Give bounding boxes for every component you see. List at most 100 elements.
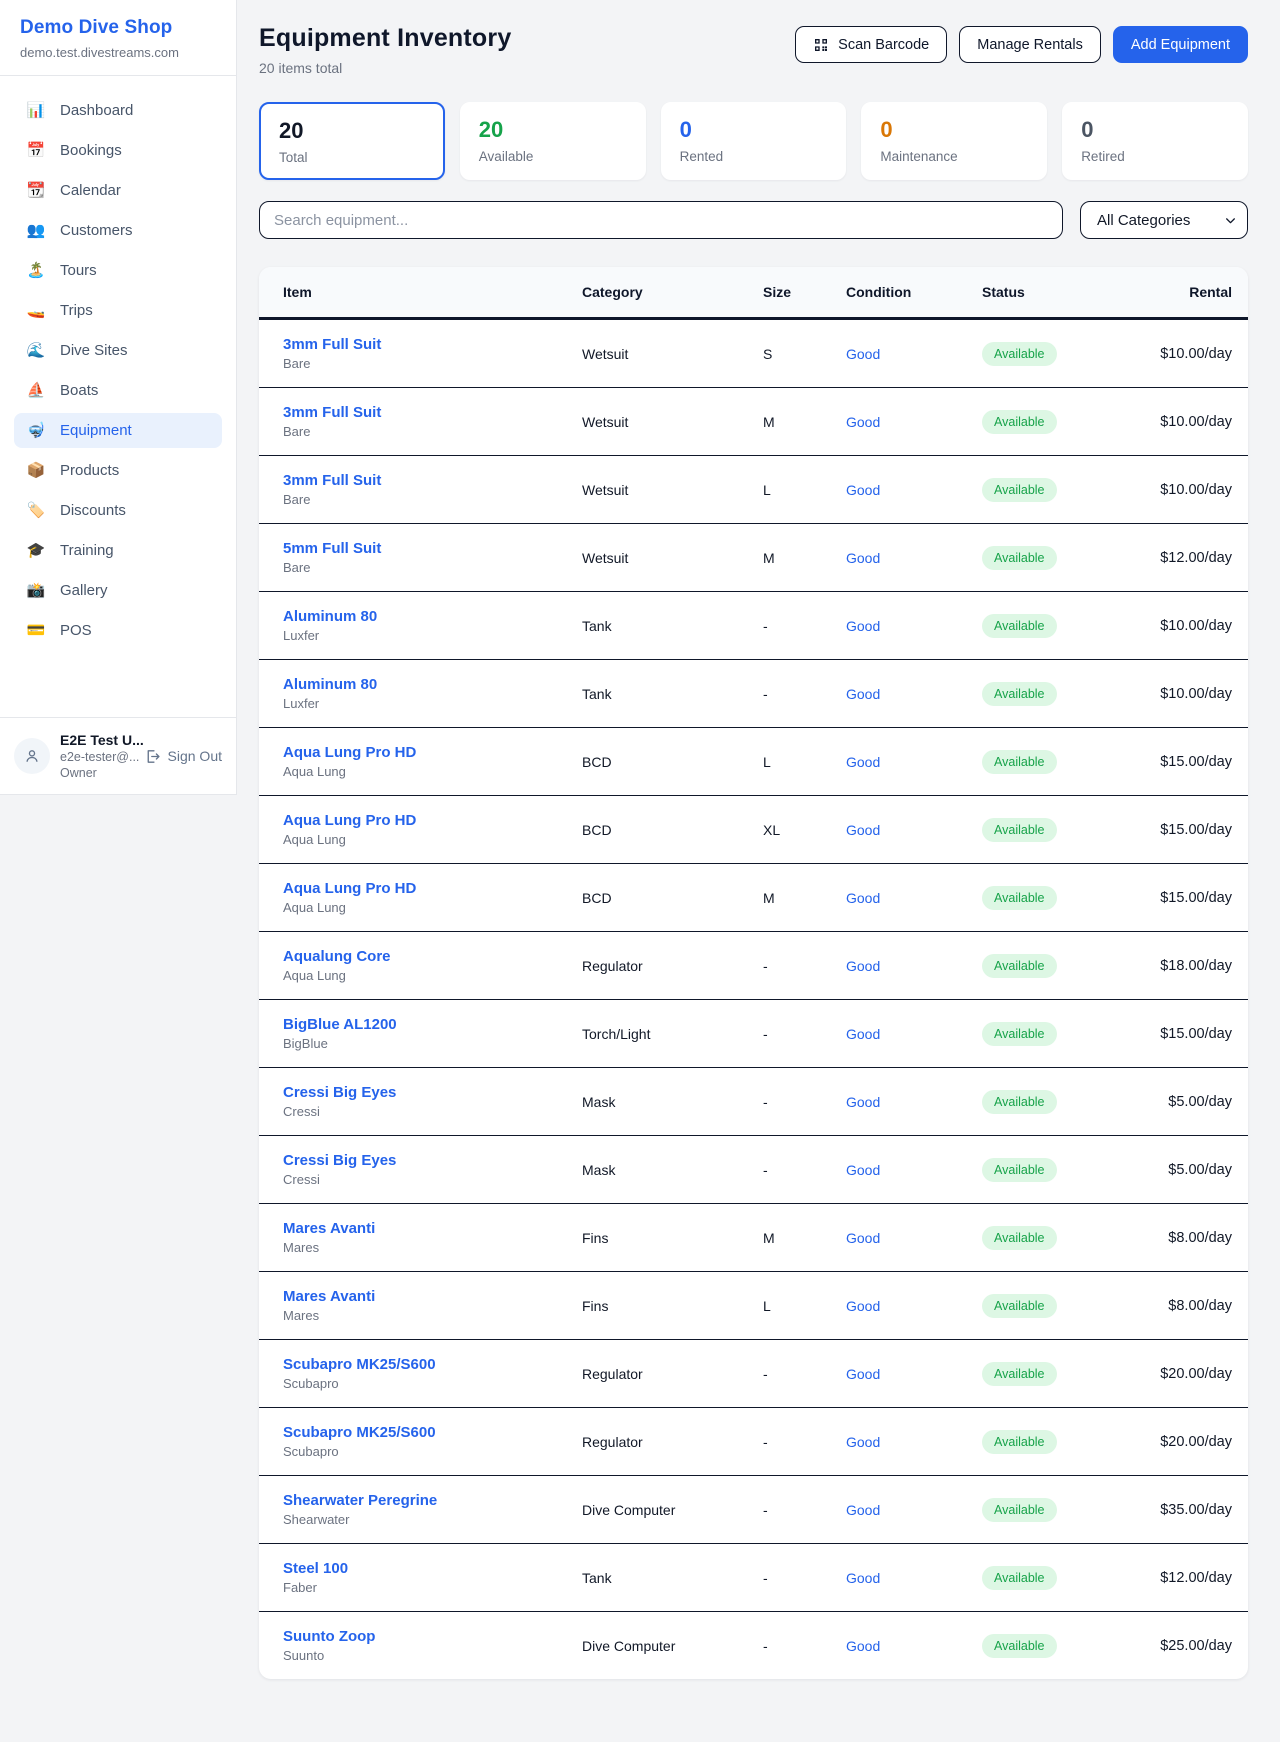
table-row[interactable]: Aluminum 80 Luxfer Tank - Good Available… [259, 591, 1248, 659]
item-condition-link[interactable]: Good [846, 346, 982, 362]
sign-out-button[interactable]: Sign Out [144, 748, 222, 765]
item-name-link[interactable]: 5mm Full Suit [283, 540, 582, 557]
item-name-link[interactable]: Aqualung Core [283, 948, 582, 965]
item-brand: Suunto [283, 1648, 582, 1663]
table-row[interactable]: 3mm Full Suit Bare Wetsuit M Good Availa… [259, 387, 1248, 455]
sidebar-item[interactable]: 📸 Gallery [14, 573, 222, 608]
item-condition-link[interactable]: Good [846, 1570, 982, 1586]
sidebar-item-icon: 🎓 [26, 543, 46, 558]
sidebar-item[interactable]: 📅 Bookings [14, 133, 222, 168]
item-condition-link[interactable]: Good [846, 686, 982, 702]
sidebar-item-label: Discounts [60, 502, 126, 519]
item-name-link[interactable]: Aqua Lung Pro HD [283, 812, 582, 829]
sidebar-item-icon: 📦 [26, 463, 46, 478]
manage-rentals-button[interactable]: Manage Rentals [959, 26, 1101, 63]
table-row[interactable]: Aqua Lung Pro HD Aqua Lung BCD XL Good A… [259, 795, 1248, 863]
add-equipment-button[interactable]: Add Equipment [1113, 26, 1248, 63]
table-row[interactable]: BigBlue AL1200 BigBlue Torch/Light - Goo… [259, 999, 1248, 1067]
table-row[interactable]: Aqua Lung Pro HD Aqua Lung BCD M Good Av… [259, 863, 1248, 931]
item-brand: Luxfer [283, 696, 582, 711]
sidebar-item[interactable]: 🎓 Training [14, 533, 222, 568]
item-size: S [763, 346, 846, 362]
scan-barcode-button[interactable]: Scan Barcode [795, 26, 947, 63]
item-condition-link[interactable]: Good [846, 1638, 982, 1654]
item-brand: Bare [283, 424, 582, 439]
item-name-link[interactable]: Aluminum 80 [283, 676, 582, 693]
table-row[interactable]: 5mm Full Suit Bare Wetsuit M Good Availa… [259, 523, 1248, 591]
category-select[interactable]: All Categories [1080, 201, 1248, 239]
item-name-link[interactable]: Steel 100 [283, 1560, 582, 1577]
item-name-link[interactable]: 3mm Full Suit [283, 472, 582, 489]
sidebar-item[interactable]: 📊 Dashboard [14, 93, 222, 128]
item-condition-link[interactable]: Good [846, 1502, 982, 1518]
table-row[interactable]: Aqua Lung Pro HD Aqua Lung BCD L Good Av… [259, 727, 1248, 795]
item-condition-link[interactable]: Good [846, 414, 982, 430]
item-name-link[interactable]: Scubapro MK25/S600 [283, 1424, 582, 1441]
item-condition-link[interactable]: Good [846, 1162, 982, 1178]
table-row[interactable]: Suunto Zoop Suunto Dive Computer - Good … [259, 1611, 1248, 1679]
sidebar-item[interactable]: 📦 Products [14, 453, 222, 488]
table-row[interactable]: Scubapro MK25/S600 Scubapro Regulator - … [259, 1339, 1248, 1407]
table-row[interactable]: 3mm Full Suit Bare Wetsuit S Good Availa… [259, 319, 1248, 387]
stat-card[interactable]: 0 Maintenance [861, 102, 1047, 180]
table-row[interactable]: Cressi Big Eyes Cressi Mask - Good Avail… [259, 1067, 1248, 1135]
item-condition-link[interactable]: Good [846, 890, 982, 906]
item-condition-link[interactable]: Good [846, 822, 982, 838]
item-condition-link[interactable]: Good [846, 1230, 982, 1246]
item-name-link[interactable]: Cressi Big Eyes [283, 1084, 582, 1101]
table-row[interactable]: 3mm Full Suit Bare Wetsuit L Good Availa… [259, 455, 1248, 523]
sidebar-item[interactable]: 💳 POS [14, 613, 222, 648]
stat-card[interactable]: 20 Available [460, 102, 646, 180]
table-row[interactable]: Scubapro MK25/S600 Scubapro Regulator - … [259, 1407, 1248, 1475]
stat-card[interactable]: 20 Total [259, 102, 445, 180]
item-name-link[interactable]: Aqua Lung Pro HD [283, 880, 582, 897]
sidebar-item[interactable]: 🌊 Dive Sites [14, 333, 222, 368]
qr-code-icon [813, 37, 829, 53]
item-name-link[interactable]: BigBlue AL1200 [283, 1016, 582, 1033]
sidebar-item[interactable]: ⛵ Boats [14, 373, 222, 408]
item-condition-link[interactable]: Good [846, 618, 982, 634]
search-input[interactable] [259, 201, 1063, 239]
item-name-link[interactable]: Aqua Lung Pro HD [283, 744, 582, 761]
item-condition-link[interactable]: Good [846, 1298, 982, 1314]
sidebar-item[interactable]: 👥 Customers [14, 213, 222, 248]
item-name-link[interactable]: Cressi Big Eyes [283, 1152, 582, 1169]
table-row[interactable]: Aqualung Core Aqua Lung Regulator - Good… [259, 931, 1248, 999]
item-name-link[interactable]: 3mm Full Suit [283, 336, 582, 353]
status-badge: Available [982, 886, 1057, 910]
sidebar-item[interactable]: 🚤 Trips [14, 293, 222, 328]
item-condition-link[interactable]: Good [846, 1026, 982, 1042]
item-name-link[interactable]: 3mm Full Suit [283, 404, 582, 421]
sidebar-item[interactable]: 📆 Calendar [14, 173, 222, 208]
stat-card[interactable]: 0 Rented [661, 102, 847, 180]
shop-logo[interactable]: Demo Dive Shop [20, 17, 216, 39]
item-condition-link[interactable]: Good [846, 1366, 982, 1382]
item-name-link[interactable]: Suunto Zoop [283, 1628, 582, 1645]
sidebar-item[interactable]: 🤿 Equipment [14, 413, 222, 448]
item-name-link[interactable]: Aluminum 80 [283, 608, 582, 625]
item-name-link[interactable]: Scubapro MK25/S600 [283, 1356, 582, 1373]
item-condition-link[interactable]: Good [846, 958, 982, 974]
item-condition-link[interactable]: Good [846, 550, 982, 566]
sidebar-item[interactable]: 🏷️ Discounts [14, 493, 222, 528]
table-row[interactable]: Mares Avanti Mares Fins L Good Available… [259, 1271, 1248, 1339]
item-condition-link[interactable]: Good [846, 1434, 982, 1450]
status-badge: Available [982, 1430, 1057, 1454]
item-condition-link[interactable]: Good [846, 1094, 982, 1110]
item-name-link[interactable]: Mares Avanti [283, 1288, 582, 1305]
item-size: - [763, 686, 846, 702]
sidebar-item[interactable]: 🏝️ Tours [14, 253, 222, 288]
item-brand: Scubapro [283, 1376, 582, 1391]
item-condition-link[interactable]: Good [846, 482, 982, 498]
stat-card[interactable]: 0 Retired [1062, 102, 1248, 180]
table-row[interactable]: Cressi Big Eyes Cressi Mask - Good Avail… [259, 1135, 1248, 1203]
table-row[interactable]: Mares Avanti Mares Fins M Good Available… [259, 1203, 1248, 1271]
item-name-link[interactable]: Shearwater Peregrine [283, 1492, 582, 1509]
item-name-link[interactable]: Mares Avanti [283, 1220, 582, 1237]
item-condition-link[interactable]: Good [846, 754, 982, 770]
status-badge: Available [982, 818, 1057, 842]
table-row[interactable]: Shearwater Peregrine Shearwater Dive Com… [259, 1475, 1248, 1543]
table-row[interactable]: Steel 100 Faber Tank - Good Available $1… [259, 1543, 1248, 1611]
status-cell: Available [982, 410, 1152, 434]
table-row[interactable]: Aluminum 80 Luxfer Tank - Good Available… [259, 659, 1248, 727]
